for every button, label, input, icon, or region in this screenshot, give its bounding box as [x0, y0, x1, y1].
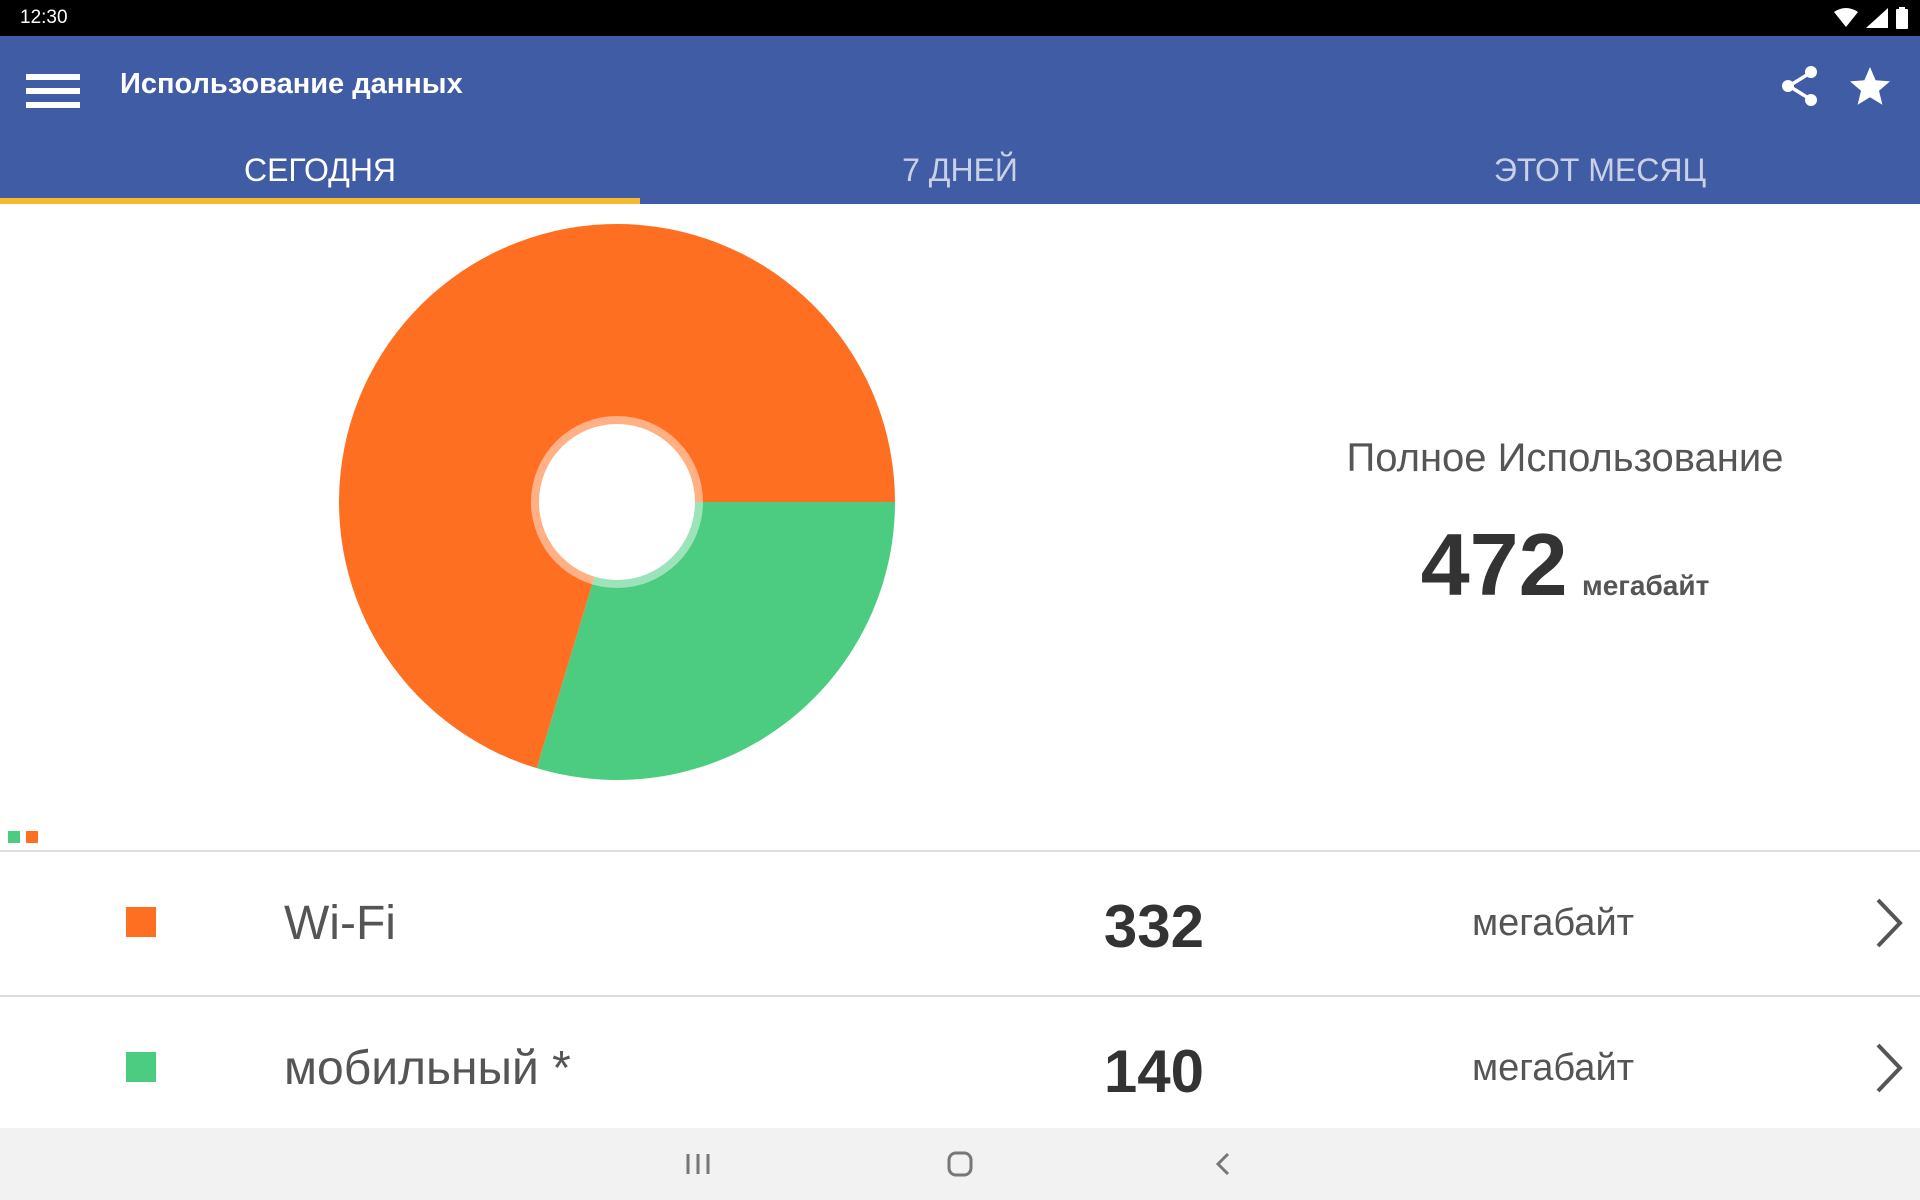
- usage-row-unit: мегабайт: [1472, 902, 1635, 944]
- home-icon: [947, 1151, 973, 1177]
- wifi-icon: [1834, 8, 1858, 27]
- chevron-right-icon: [1876, 898, 1903, 948]
- back-icon: [1215, 1152, 1230, 1176]
- star-icon: [1850, 67, 1890, 105]
- chart-area: Полное Использование 472 мегабайт: [0, 204, 1920, 850]
- wifi-color-swatch: [126, 907, 156, 937]
- home-button[interactable]: [938, 1142, 982, 1186]
- share-button[interactable]: [1776, 62, 1824, 110]
- mobile-color-swatch: [126, 1052, 156, 1082]
- usage-row-name: мобильный *: [284, 1042, 571, 1095]
- usage-row-value: 140: [1103, 1038, 1204, 1105]
- recent-apps-icon: [686, 1154, 710, 1174]
- total-usage-label: Полное Использование: [1346, 436, 1784, 480]
- usage-row-value: 332: [1103, 893, 1204, 960]
- tab-bar: СЕГОДНЯ 7 ДНЕЙ ЭТОТ МЕСЯЦ: [0, 144, 1920, 204]
- mini-legend: [8, 831, 38, 843]
- tab-7-days[interactable]: 7 ДНЕЙ: [640, 144, 1280, 204]
- usage-row-name: Wi-Fi: [284, 897, 396, 950]
- usage-list: Wi-Fi 332 мегабайт мобильный * 140 мегаб…: [0, 850, 1920, 1140]
- menu-button[interactable]: [22, 62, 86, 118]
- app-bar: Использование данных СЕГОДНЯ 7 ДНЕЙ ЭТОТ…: [0, 36, 1920, 204]
- recent-apps-button[interactable]: [676, 1142, 720, 1186]
- total-usage: 472 мегабайт: [1200, 514, 1920, 616]
- status-time: 12:30: [20, 7, 68, 28]
- share-icon: [1782, 66, 1817, 106]
- total-usage-value: 472: [1420, 515, 1568, 614]
- menu-icon: [26, 74, 80, 108]
- tab-this-month[interactable]: ЭТОТ МЕСЯЦ: [1280, 144, 1920, 204]
- pie-hole: [539, 424, 695, 580]
- system-nav-bar: [0, 1128, 1920, 1200]
- tab-today[interactable]: СЕГОДНЯ: [0, 144, 640, 204]
- status-icons: [1834, 6, 1908, 30]
- cell-signal-icon: [1866, 8, 1888, 28]
- usage-row-mobile[interactable]: мобильный * 140 мегабайт: [0, 995, 1920, 1140]
- mini-legend-swatch-wifi: [26, 831, 38, 843]
- back-button[interactable]: [1202, 1142, 1246, 1186]
- total-usage-unit: мегабайт: [1581, 570, 1710, 601]
- mini-legend-swatch-mobile: [8, 831, 20, 843]
- page-title: Использование данных: [120, 68, 463, 100]
- chevron-right-icon: [1876, 1043, 1903, 1093]
- usage-pie-chart: [339, 224, 895, 780]
- battery-icon: [1896, 7, 1908, 29]
- status-bar: 12:30: [0, 0, 1920, 36]
- usage-row-unit: мегабайт: [1472, 1047, 1635, 1089]
- usage-row-wifi[interactable]: Wi-Fi 332 мегабайт: [0, 850, 1920, 995]
- favorite-button[interactable]: [1846, 62, 1894, 110]
